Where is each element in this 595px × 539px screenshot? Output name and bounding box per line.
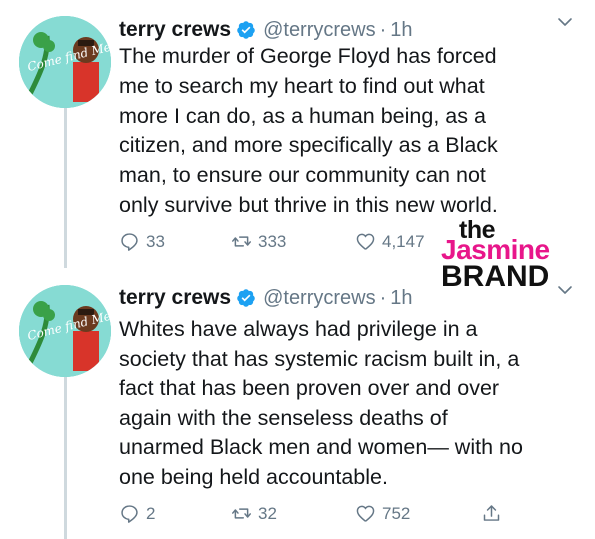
like-button[interactable]: 752 [355,503,410,524]
retweet-button[interactable]: 333 [231,231,286,252]
tweet-text: Whites have always had privilege in a so… [119,317,523,489]
thread-line [64,104,67,268]
chevron-down-icon[interactable] [557,14,573,30]
separator-dot: · [379,18,387,41]
avatar-image: Come find Me [19,16,111,108]
verified-icon [236,20,256,40]
reply-button[interactable]: 2 [119,503,155,524]
retweet-button[interactable]: 32 [231,503,277,524]
verified-icon [236,288,256,308]
tweet[interactable]: Come find Me terry crews @terrycrews · 1… [0,268,595,539]
reply-count: 33 [146,231,165,251]
reply-count: 2 [146,503,156,523]
reply-icon [121,233,138,251]
display-name[interactable]: terry crews [119,286,231,310]
share-icon [483,505,500,521]
retweet-count: 32 [258,503,277,523]
share-button[interactable] [481,503,508,524]
tweet-actions: 2 32 752 [119,503,509,527]
like-button[interactable]: 4,147 [355,231,425,252]
separator-dot: · [379,286,387,309]
thread-line [64,372,67,539]
retweet-icon [232,508,251,519]
avatar-image: Come find Me [19,285,111,377]
reply-icon [121,505,138,523]
timestamp[interactable]: 1h [390,19,412,42]
like-count: 4,147 [382,231,425,251]
reply-button[interactable]: 33 [119,231,165,252]
handle[interactable]: @terrycrews [263,287,376,310]
like-icon [356,505,375,522]
chevron-down-icon[interactable] [557,282,573,298]
like-icon [356,233,375,250]
avatar[interactable]: Come find Me [19,285,111,377]
handle[interactable]: @terrycrews [263,19,376,42]
timestamp[interactable]: 1h [390,287,412,310]
display-name[interactable]: terry crews [119,18,231,42]
tweet-header: terry crews @terrycrews · 1h [119,282,575,314]
retweet-icon [232,236,251,247]
tweet-text: The murder of George Floyd has forced me… [119,44,498,217]
retweet-count: 333 [258,231,287,251]
avatar[interactable]: Come find Me [19,16,111,108]
like-count: 752 [382,503,411,523]
